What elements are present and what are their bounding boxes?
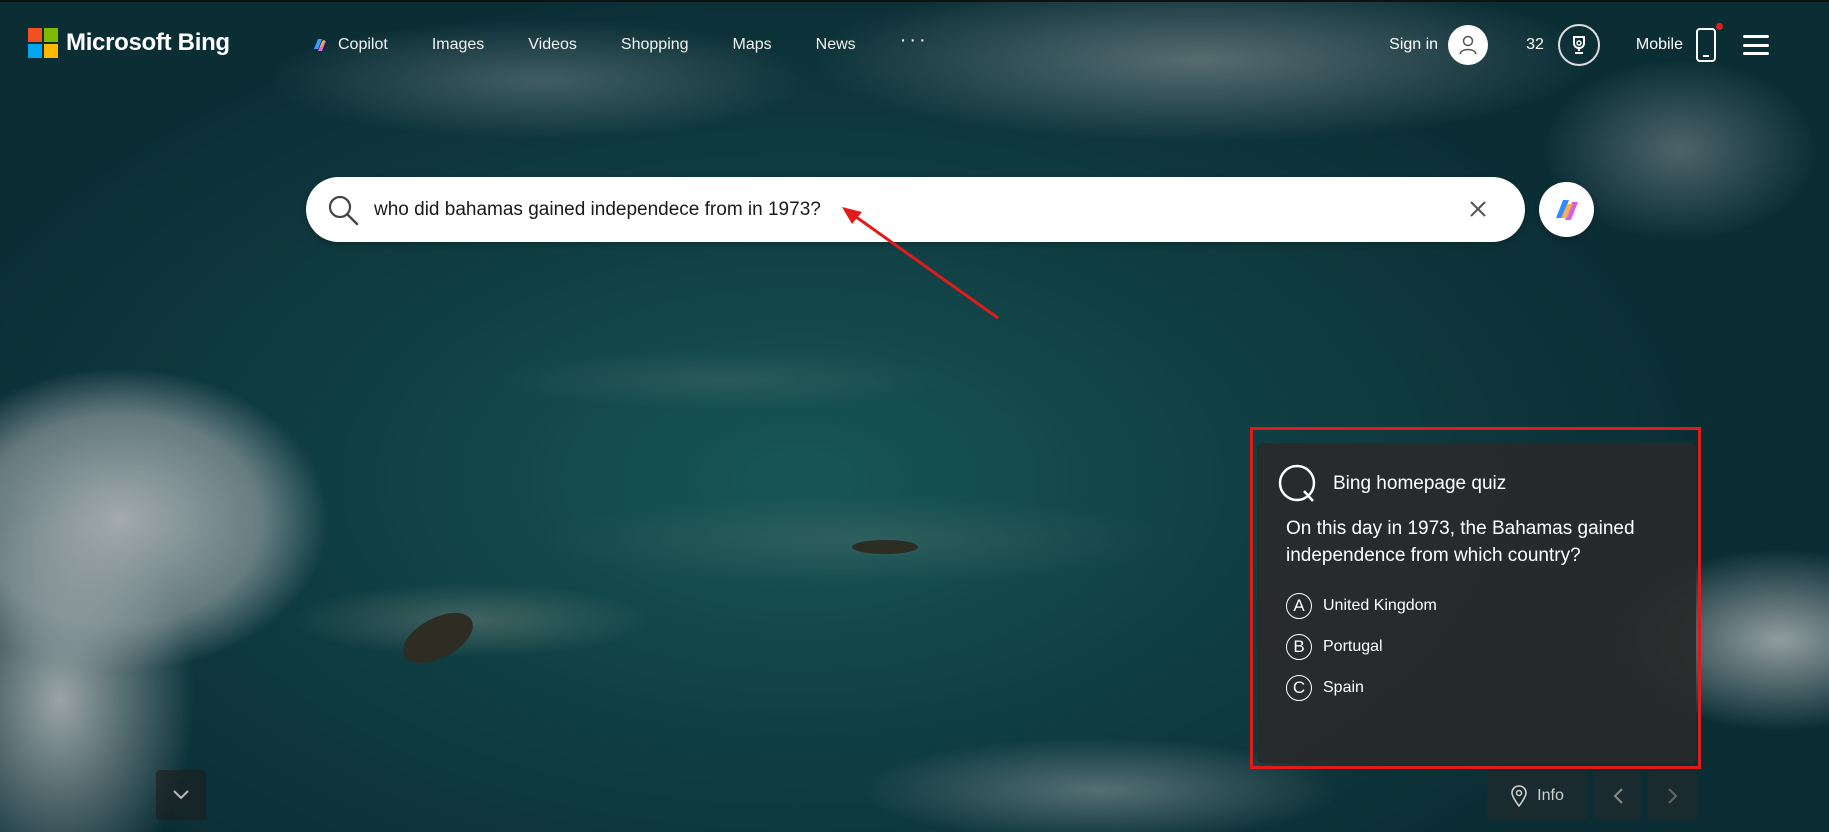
nav-images[interactable]: Images [432, 36, 484, 54]
nav-label: Copilot [338, 36, 388, 53]
quiz-question: On this day in 1973, the Bahamas gained … [1286, 518, 1635, 566]
close-icon[interactable] [1465, 196, 1491, 222]
copilot-icon [1555, 199, 1578, 220]
nav-maps[interactable]: Maps [733, 36, 772, 54]
phone-icon [1696, 28, 1716, 62]
quiz-icon [1278, 464, 1316, 502]
nav-videos[interactable]: Videos [528, 36, 577, 54]
info-button[interactable]: Info [1487, 772, 1588, 819]
search-input[interactable]: who did bahamas gained independece from … [374, 199, 821, 221]
mobile-button[interactable]: Mobile [1635, 23, 1723, 63]
option-letter: B [1286, 633, 1312, 660]
nav-label: News [815, 36, 856, 53]
nav-more-button[interactable]: ··· [900, 30, 929, 50]
copilot-icon [314, 39, 326, 51]
header-actions: Sign in 32 Mobile [1389, 23, 1769, 66]
menu-icon[interactable] [1743, 35, 1769, 55]
nav-news[interactable]: News [816, 36, 856, 54]
bing-logo[interactable]: Microsoft Bing [28, 28, 230, 58]
nav-label: Videos [528, 36, 577, 53]
quiz-option-a[interactable]: A United Kingdom [1286, 591, 1437, 620]
nav-label: Shopping [620, 36, 689, 53]
option-label: Portugal [1323, 637, 1383, 655]
trophy-icon [1557, 24, 1600, 66]
option-letter: A [1286, 592, 1312, 619]
chevron-right-icon [1667, 787, 1677, 804]
sign-in-button[interactable]: Sign in [1389, 25, 1489, 65]
nav-label: Maps [732, 36, 772, 53]
info-label: Info [1537, 786, 1564, 804]
previous-image-button[interactable] [1593, 772, 1642, 819]
quiz-title: Bing homepage quiz [1333, 473, 1507, 494]
option-letter: C [1286, 674, 1312, 701]
microsoft-logo-icon [28, 28, 58, 58]
option-label: United Kingdom [1323, 596, 1437, 614]
option-label: Spain [1323, 678, 1364, 696]
search-icon[interactable] [326, 193, 360, 227]
quiz-option-b[interactable]: B Portugal [1286, 632, 1437, 661]
next-image-button[interactable] [1648, 772, 1697, 819]
user-icon [1459, 35, 1477, 55]
top-border [0, 0, 1829, 2]
sign-in-label: Sign in [1389, 36, 1439, 53]
nav-copilot[interactable]: Copilot [310, 35, 388, 55]
nav-label: Images [431, 36, 485, 53]
notification-dot [1716, 23, 1723, 30]
location-pin-icon [1511, 784, 1527, 807]
avatar [1448, 25, 1489, 65]
quiz-header: Bing homepage quiz [1277, 463, 1506, 505]
top-nav: Copilot Images Videos Shopping Maps News… [310, 30, 973, 55]
quiz-options: A United Kingdom B Portugal C Spain [1286, 591, 1437, 714]
search-box[interactable]: who did bahamas gained independece from … [306, 177, 1525, 242]
mobile-label: Mobile [1635, 36, 1683, 53]
rewards-points: 32 [1526, 36, 1544, 53]
scroll-down-button[interactable] [156, 770, 206, 820]
quiz-option-c[interactable]: C Spain [1286, 673, 1437, 702]
chevron-left-icon [1613, 787, 1623, 804]
brand-name: Microsoft Bing [66, 29, 230, 56]
chevron-down-icon [173, 790, 189, 800]
rewards-button[interactable]: 32 [1526, 24, 1600, 66]
nav-shopping[interactable]: Shopping [621, 36, 689, 54]
copilot-button[interactable] [1539, 182, 1594, 237]
quiz-card[interactable]: Bing homepage quiz On this day in 1973, … [1257, 443, 1696, 763]
